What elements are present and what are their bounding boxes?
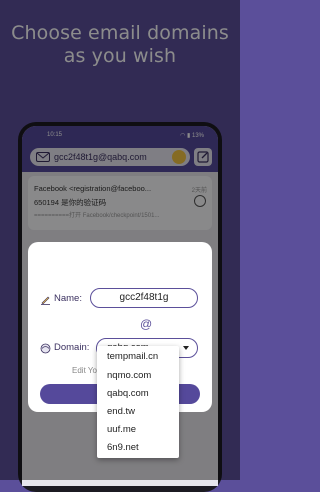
domain-option[interactable]: nqmo.com [107,370,151,381]
name-label: Name: [54,293,82,304]
domain-option[interactable]: end.tw [107,406,135,417]
domain-label: Domain: [54,342,90,353]
domain-option[interactable]: tempmail.cn [107,351,158,362]
chevron-down-icon [183,346,189,350]
domain-icon [40,343,51,354]
domain-option[interactable]: uuf.me [107,424,136,435]
at-symbol: @ [140,317,153,331]
edit-hint-text: Edit Yo [72,366,97,375]
domain-option[interactable]: 6n9.net [107,442,139,453]
domain-dropdown: tempmail.cn nqmo.com qabq.com end.tw uuf… [97,346,179,458]
domain-option[interactable]: qabq.com [107,388,149,399]
pencil-icon [41,296,50,305]
name-input[interactable]: gcc2f48t1g [90,288,198,308]
